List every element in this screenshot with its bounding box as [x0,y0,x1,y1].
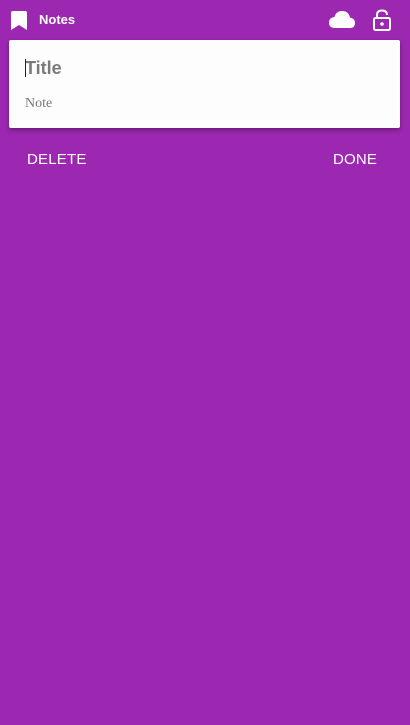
note-input[interactable] [25,93,385,115]
app-bar: Notes [0,0,410,40]
text-caret [25,59,26,77]
lock-open-icon[interactable] [372,9,392,31]
title-input[interactable] [25,54,385,82]
delete-button[interactable]: DELETE [27,150,87,170]
note-editor-card [9,40,400,128]
done-button[interactable]: DONE [333,150,377,170]
cloud-icon[interactable] [329,10,355,30]
bookmark-icon [11,11,27,30]
app-title: Notes [39,12,76,27]
